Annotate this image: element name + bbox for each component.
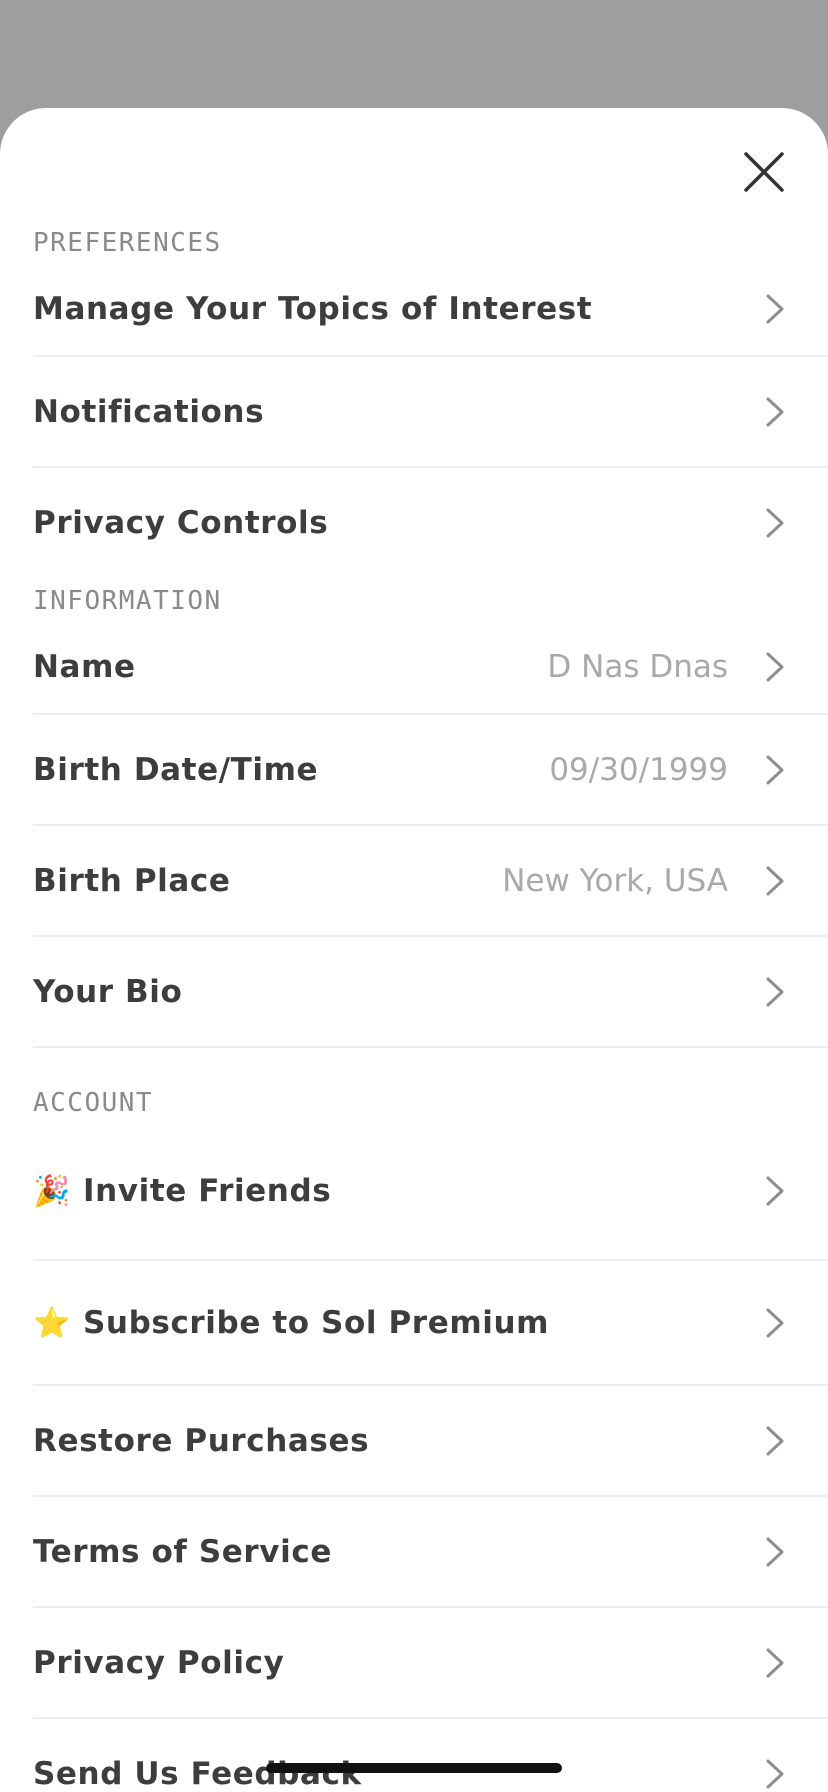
chevron-right-icon <box>766 508 784 538</box>
row-privacy-policy[interactable]: Privacy Policy <box>33 1608 828 1719</box>
row-value: New York, USA <box>502 862 728 899</box>
row-label: Privacy Policy <box>33 1644 285 1681</box>
home-indicator <box>266 1763 562 1773</box>
row-send-feedback[interactable]: Send Us Feedback <box>33 1719 828 1792</box>
row-terms-of-service[interactable]: Terms of Service <box>33 1497 828 1608</box>
row-label: Name <box>33 648 136 685</box>
chevron-right-icon <box>766 866 784 895</box>
close-button[interactable] <box>740 148 788 196</box>
section-header-information: INFORMATION <box>33 586 222 616</box>
row-birth-date-time[interactable]: Birth Date/Time 09/30/1999 <box>33 715 828 826</box>
section-header-preferences: PREFERENCES <box>33 228 222 258</box>
row-label: Terms of Service <box>33 1533 332 1570</box>
chevron-right-icon <box>766 1759 784 1788</box>
section-header-account: ACCOUNT <box>33 1088 154 1118</box>
row-label-text: Subscribe to Sol Premium <box>83 1304 550 1341</box>
chevron-right-icon <box>766 977 784 1006</box>
row-notifications[interactable]: Notifications <box>33 357 828 468</box>
row-value: 09/30/1999 <box>549 751 728 788</box>
row-label: 🎉 Invite Friends <box>33 1173 764 1209</box>
chevron-right-icon <box>766 1176 784 1205</box>
row-label-text: Invite Friends <box>83 1172 332 1209</box>
row-invite-friends[interactable]: 🎉 Invite Friends <box>33 1122 828 1261</box>
row-your-bio[interactable]: Your Bio <box>33 937 828 1048</box>
row-restore-purchases[interactable]: Restore Purchases <box>33 1386 828 1497</box>
row-privacy-controls[interactable]: Privacy Controls <box>33 468 828 578</box>
row-birth-place[interactable]: Birth Place New York, USA <box>33 826 828 937</box>
row-label: Manage Your Topics of Interest <box>33 290 593 327</box>
star-icon: ⭐ <box>33 1305 71 1341</box>
close-icon <box>744 152 784 192</box>
chevron-right-icon <box>766 1426 784 1455</box>
row-label: Notifications <box>33 393 265 430</box>
row-subscribe-premium[interactable]: ⭐ Subscribe to Sol Premium <box>33 1261 828 1386</box>
chevron-right-icon <box>766 652 784 681</box>
row-label: Send Us Feedback <box>33 1755 362 1792</box>
row-label: Birth Place <box>33 862 231 899</box>
settings-list: PREFERENCES Manage Your Topics of Intere… <box>33 224 828 1792</box>
settings-sheet: PREFERENCES Manage Your Topics of Intere… <box>0 108 828 1792</box>
row-label: Privacy Controls <box>33 505 329 541</box>
chevron-right-icon <box>766 1537 784 1566</box>
row-value: D Nas Dnas <box>547 648 728 685</box>
row-manage-topics[interactable]: Manage Your Topics of Interest <box>33 262 828 357</box>
chevron-right-icon <box>766 397 784 426</box>
chevron-right-icon <box>766 294 784 323</box>
row-label: ⭐ Subscribe to Sol Premium <box>33 1305 764 1341</box>
chevron-right-icon <box>766 1308 784 1337</box>
chevron-right-icon <box>766 1648 784 1677</box>
row-label: Restore Purchases <box>33 1422 370 1459</box>
row-label: Birth Date/Time <box>33 751 319 788</box>
row-name[interactable]: Name D Nas Dnas <box>33 620 828 715</box>
party-popper-icon: 🎉 <box>33 1173 71 1209</box>
chevron-right-icon <box>766 755 784 784</box>
row-label: Your Bio <box>33 973 183 1010</box>
